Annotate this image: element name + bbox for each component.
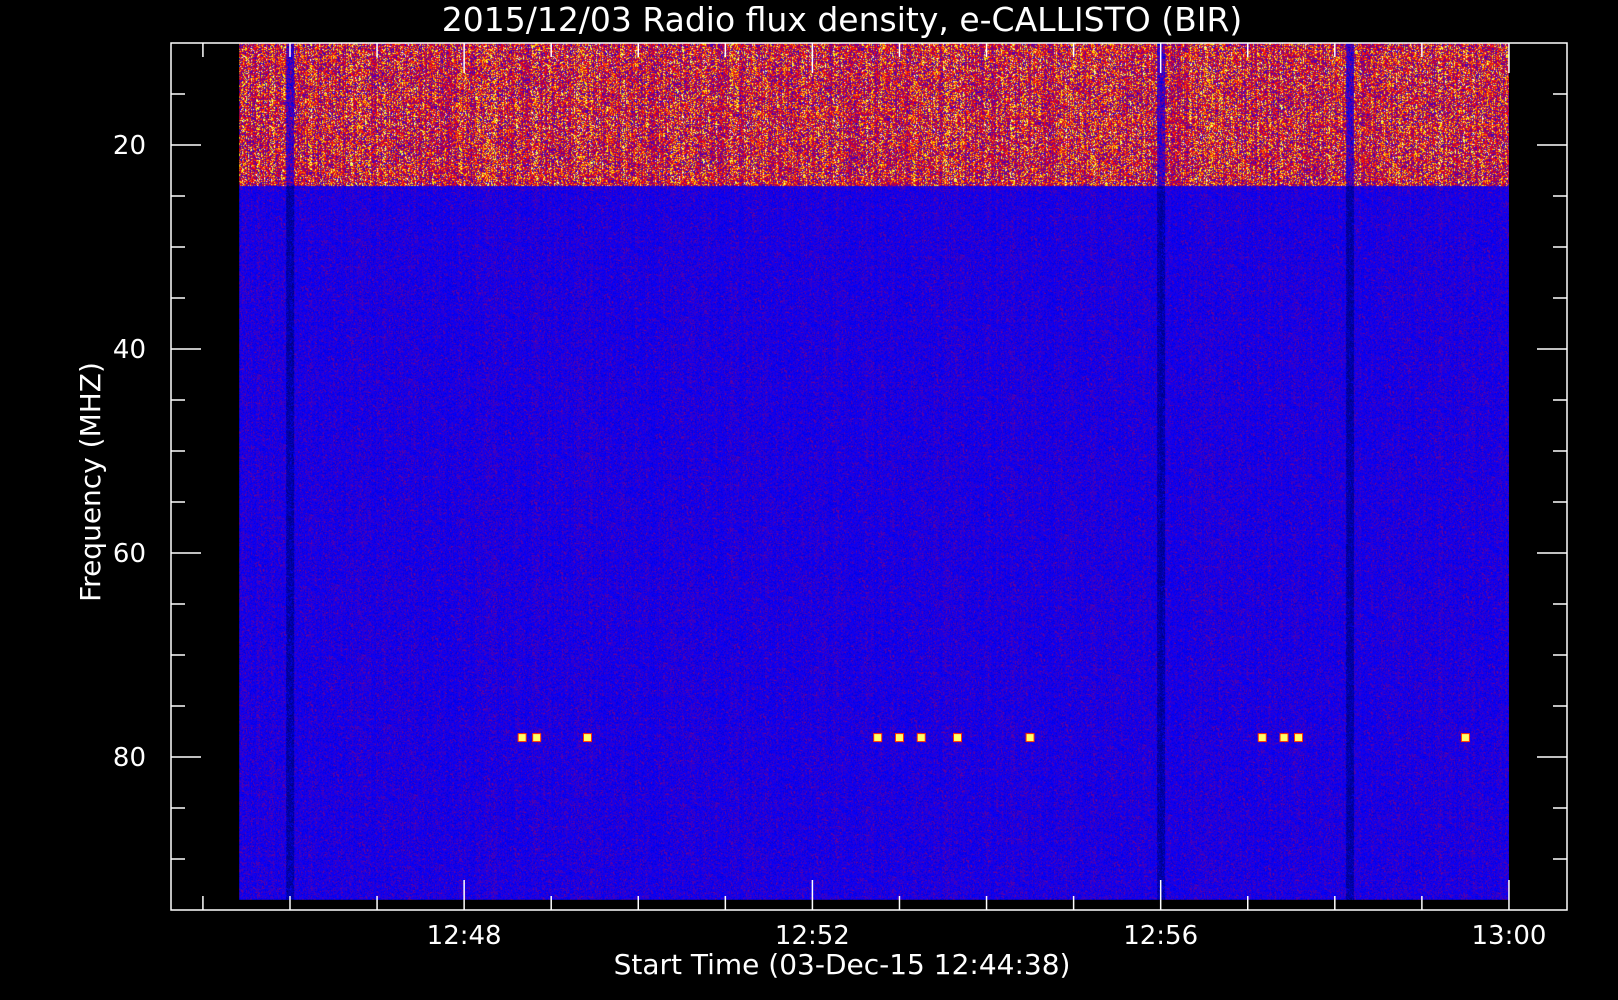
y-tick-label: 60 <box>113 539 146 569</box>
spectrogram-raster <box>239 43 1509 900</box>
y-tick-label: 80 <box>113 743 146 773</box>
x-axis-label: Start Time (03-Dec-15 12:44:38) <box>614 948 1071 981</box>
burst-mark-9 <box>1279 733 1289 743</box>
x-tick-label: 12:48 <box>427 921 502 951</box>
x-tick-label: 13:00 <box>1471 921 1546 951</box>
spectrogram-chart: 2015/12/03 Radio flux density, e-CALLIST… <box>74 0 1568 981</box>
burst-mark-5 <box>916 733 926 743</box>
x-tick-label: 12:52 <box>775 921 850 951</box>
x-tick-label: 12:56 <box>1123 921 1198 951</box>
burst-mark-10 <box>1294 733 1304 743</box>
y-axis-label: Frequency (MHZ) <box>74 362 107 602</box>
y-tick-label: 40 <box>113 335 146 365</box>
burst-mark-3 <box>873 733 883 743</box>
burst-mark-11 <box>1460 733 1470 743</box>
burst-mark-8 <box>1257 733 1267 743</box>
burst-mark-6 <box>953 733 963 743</box>
burst-mark-0 <box>517 733 527 743</box>
burst-mark-1 <box>532 733 542 743</box>
heatmap-image <box>239 43 1509 900</box>
y-tick-label: 20 <box>113 131 146 161</box>
burst-mark-2 <box>582 733 592 743</box>
burst-mark-4 <box>894 733 904 743</box>
burst-mark-7 <box>1025 733 1035 743</box>
chart-title: 2015/12/03 Radio flux density, e-CALLIST… <box>442 0 1243 39</box>
